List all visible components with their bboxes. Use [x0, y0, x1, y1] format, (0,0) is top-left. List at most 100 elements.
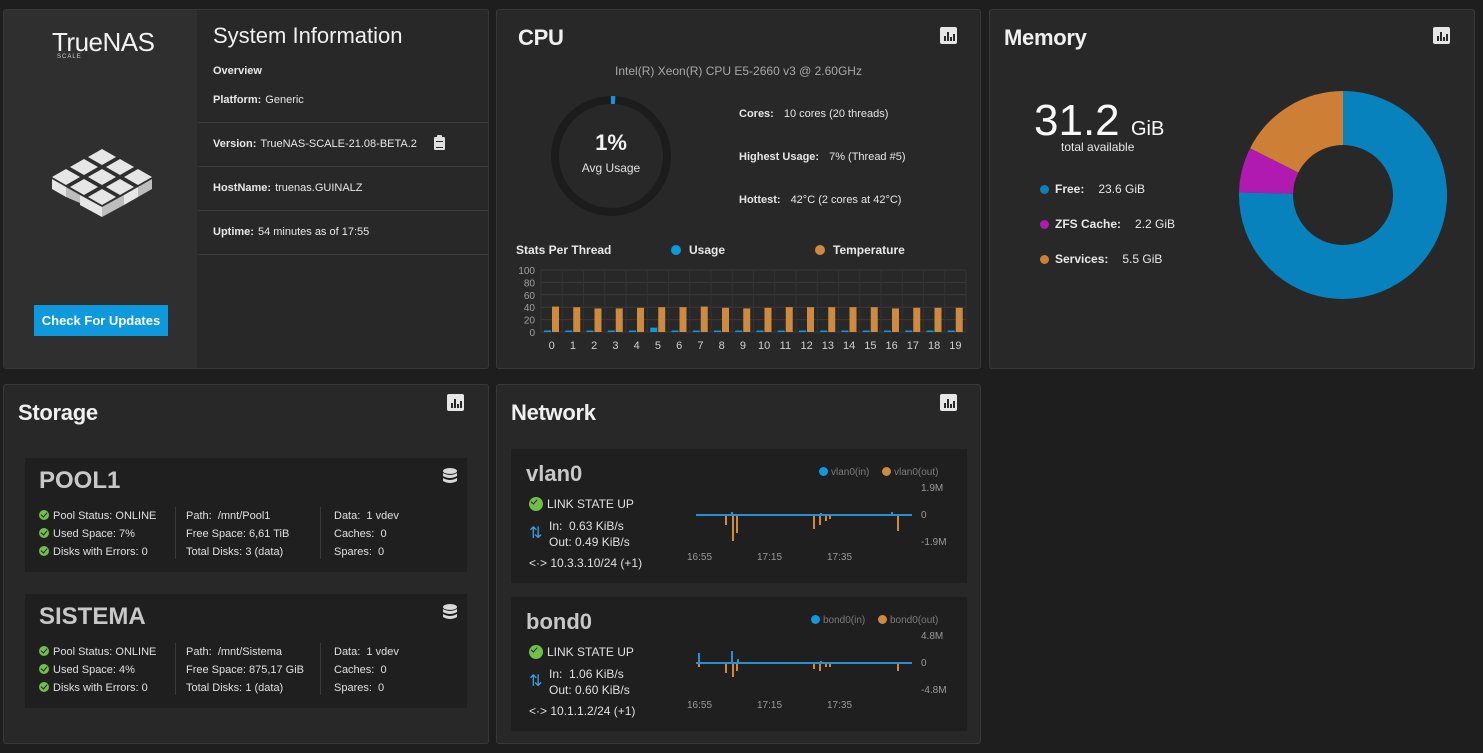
divider	[198, 122, 488, 123]
free-dot-icon	[1040, 185, 1049, 194]
usage-bar	[714, 330, 721, 332]
cpu-model: Intel(R) Xeon(R) CPU E5-2660 v3 @ 2.60GH…	[615, 64, 862, 78]
cpu-highest-usage: Highest Usage: 7% (Thread #5)	[739, 151, 906, 163]
usage-bar	[862, 330, 870, 332]
pool-name: POOL1	[39, 467, 121, 494]
network-card: Network vlan0 LINK STATE UP ⇅ In: 0.63 K…	[496, 384, 981, 744]
check-icon	[39, 682, 49, 692]
usage-bar	[841, 330, 849, 332]
divider	[198, 254, 488, 255]
check-icon	[39, 646, 49, 656]
cpu-usage-gauge	[551, 96, 671, 216]
traffic-out: Out: 0.49 KiB/s	[549, 535, 630, 549]
pool-vdev-column: Data: 1 vdev Caches: 0 Spares: 0	[334, 646, 399, 694]
y-axis-bottom: -4.8M	[921, 685, 947, 696]
x-tick-label: 11	[780, 340, 791, 352]
vlan0-traffic-chart	[696, 512, 912, 541]
y-axis-zero: 0	[921, 510, 927, 521]
temperature-bar	[679, 307, 687, 332]
temperature-bar	[637, 307, 644, 332]
copy-clipboard-icon[interactable]	[434, 135, 445, 150]
legend-temperature[interactable]: Temperature	[815, 243, 905, 257]
out-dot-icon	[878, 615, 887, 624]
ip-address: <·> 10.1.1.2/24 (+1)	[529, 704, 636, 718]
interface-name: vlan0	[526, 461, 583, 486]
system-information-title: System Information	[213, 23, 403, 48]
truenas-logo-sub: SCALE	[57, 54, 82, 60]
temperature-dot-icon	[815, 245, 825, 255]
divider	[198, 210, 488, 211]
in-dot-icon	[819, 467, 828, 476]
usage-bar	[544, 330, 551, 332]
cpu-cores: Cores: 10 cores (20 threads)	[739, 108, 889, 120]
temperature-bar	[892, 308, 899, 332]
temperature-bar	[849, 307, 857, 332]
x-tick-label: 16	[886, 340, 898, 352]
y-axis-zero: 0	[921, 658, 927, 669]
temperature-bar	[785, 307, 793, 332]
y-axis-top: 4.8M	[921, 631, 944, 642]
storage-reports-icon[interactable]	[447, 394, 464, 411]
temperature-bar	[573, 307, 581, 332]
legend-in: vlan0(in)	[819, 467, 869, 478]
traffic-in: In: 0.63 KiB/s	[549, 519, 624, 533]
network-link-icon: <·>	[529, 704, 548, 718]
x-tick-label: 7	[697, 340, 703, 352]
temperature-bar	[828, 307, 836, 332]
cpu-usage-label: Avg Usage	[581, 161, 641, 175]
pool-card-sistema: SISTEMA Pool Status: ONLINE Used Space: …	[25, 594, 467, 708]
x-tick-label: 18	[928, 340, 940, 352]
database-icon[interactable]	[443, 468, 457, 484]
network-reports-icon[interactable]	[940, 394, 957, 411]
temperature-bar	[913, 307, 921, 332]
storage-card: Storage POOL1 Pool Status: ONLINE Used S…	[3, 384, 489, 744]
memory-title: Memory	[1004, 25, 1087, 50]
x-tick-label: 3	[612, 340, 618, 352]
legend-usage[interactable]: Usage	[671, 243, 725, 257]
interface-bond0: bond0 LINK STATE UP ⇅ In: 1.06 KiB/s Out…	[511, 597, 967, 731]
divider	[198, 166, 488, 167]
usage-bar	[671, 330, 679, 332]
link-up-icon	[529, 645, 543, 659]
x-tick-label: 8	[719, 340, 725, 352]
divider	[175, 643, 176, 695]
pool-name: SISTEMA	[39, 603, 146, 630]
memory-unit: GiB	[1131, 118, 1165, 140]
x-tick-label: 15	[864, 340, 876, 352]
divider	[320, 507, 321, 559]
x-tick-label: 1	[570, 340, 576, 352]
memory-reports-icon[interactable]	[1433, 27, 1450, 44]
x-axis-tick: 16:55	[687, 552, 713, 563]
check-for-updates-button[interactable]: Check For Updates	[34, 305, 168, 336]
usage-bar	[607, 330, 615, 332]
y-tick-label: 0	[529, 328, 535, 339]
x-axis-tick: 16:55	[687, 700, 713, 711]
usage-bar	[799, 330, 806, 332]
traffic-out: Out: 0.60 KiB/s	[549, 683, 630, 697]
pool-vdev-column: Data: 1 vdev Caches: 0 Spares: 0	[334, 510, 399, 558]
x-axis-tick: 17:35	[827, 700, 853, 711]
storage-title: Storage	[18, 400, 98, 425]
usage-bar	[735, 330, 743, 332]
cpu-usage-value: 1%	[595, 130, 627, 155]
x-tick-label: 2	[591, 340, 597, 352]
temperature-bar	[615, 308, 623, 332]
x-tick-label: 0	[549, 340, 555, 352]
cpu-reports-icon[interactable]	[940, 27, 957, 44]
cpu-hottest: Hottest: 42°C (2 cores at 42°C)	[739, 194, 902, 206]
x-tick-label: 5	[655, 340, 661, 352]
x-tick-label: 14	[843, 340, 855, 352]
network-title: Network	[511, 400, 596, 425]
interface-vlan0: vlan0 LINK STATE UP ⇅ In: 0.63 KiB/s Out…	[511, 449, 967, 583]
check-icon	[39, 528, 49, 538]
link-up-icon	[529, 497, 543, 511]
x-tick-label: 12	[801, 340, 813, 352]
y-tick-label: 20	[524, 316, 536, 327]
in-dot-icon	[811, 615, 820, 624]
truenas-hardware-icon	[52, 149, 152, 217]
y-tick-label: 100	[518, 266, 535, 277]
temperature-bar	[658, 307, 666, 332]
database-icon[interactable]	[443, 604, 457, 620]
out-dot-icon	[882, 467, 891, 476]
cpu-title: CPU	[518, 25, 564, 50]
